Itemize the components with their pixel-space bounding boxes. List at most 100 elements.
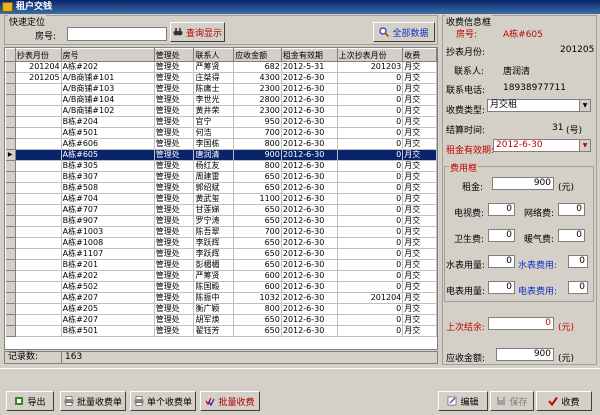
chevron-down-icon[interactable]: ▼ <box>579 140 590 151</box>
table-cell[interactable] <box>15 116 62 128</box>
table-cell[interactable]: A栋#207 <box>61 292 155 304</box>
table-cell[interactable]: A/B商铺#104 <box>61 94 155 106</box>
table-cell[interactable]: B栋#201 <box>61 259 155 271</box>
table-row[interactable]: ▶ A栋#605 管理处 唐润清 900 2012-6-30 0 月交 <box>5 149 437 161</box>
table-row[interactable]: A栋#1003 管理处 陈吾翠 700 2012-6-30 0 月交 <box>5 226 437 238</box>
table-cell[interactable] <box>15 149 62 161</box>
column-header[interactable]: 应收金额 <box>233 48 282 62</box>
table-cell[interactable]: 2012-6-30 <box>281 138 338 150</box>
row-indicator[interactable] <box>5 94 16 106</box>
table-cell[interactable]: 800 <box>233 303 282 315</box>
table-cell[interactable]: 月交 <box>402 182 437 194</box>
sanitary-fee-input[interactable]: 0 <box>488 229 515 242</box>
elec-usage-input[interactable]: 0 <box>488 281 515 294</box>
row-indicator[interactable] <box>5 325 16 337</box>
row-indicator[interactable]: ▶ <box>5 149 16 161</box>
table-cell[interactable]: 2012-6-30 <box>281 116 338 128</box>
table-cell[interactable]: 0 <box>337 303 404 315</box>
water-fee-input[interactable]: 0 <box>568 255 588 268</box>
table-cell[interactable] <box>15 193 62 205</box>
table-cell[interactable]: 650 <box>233 171 282 183</box>
row-indicator[interactable] <box>5 116 16 128</box>
table-cell[interactable]: 庄桀得 <box>193 72 235 84</box>
table-cell[interactable]: 600 <box>233 270 282 282</box>
table-cell[interactable]: 0 <box>337 314 404 326</box>
table-cell[interactable]: 0 <box>337 325 404 337</box>
table-row[interactable]: A/B商铺#104 管理处 李世光 2800 2012-6-30 0 月交 <box>5 94 437 106</box>
table-cell[interactable]: 胡军焕 <box>193 314 235 326</box>
table-cell[interactable]: 2012-6-30 <box>281 215 338 227</box>
table-cell[interactable]: 2012-6-30 <box>281 72 338 84</box>
table-cell[interactable]: 2012-5-31 <box>281 61 338 73</box>
table-cell[interactable]: A栋#501 <box>61 127 155 139</box>
table-cell[interactable] <box>15 204 62 216</box>
table-cell[interactable] <box>15 281 62 293</box>
table-cell[interactable] <box>15 270 62 282</box>
table-cell[interactable]: 管理处 <box>154 171 195 183</box>
table-cell[interactable]: 郭绍斌 <box>193 182 235 194</box>
table-cell[interactable]: 0 <box>337 226 404 238</box>
table-cell[interactable]: 陈国殿 <box>193 281 235 293</box>
table-row[interactable]: A栋#502 管理处 陈国殿 600 2012-6-30 0 月交 <box>5 281 437 293</box>
table-cell[interactable]: 月交 <box>402 160 437 172</box>
table-cell[interactable]: 月交 <box>402 226 437 238</box>
table-cell[interactable]: 2012-6-30 <box>281 182 338 194</box>
table-cell[interactable]: 管理处 <box>154 116 195 128</box>
table-row[interactable]: A/B商铺#102 管理处 黄井荣 2300 2012-6-30 0 月交 <box>5 105 437 117</box>
row-indicator[interactable] <box>5 105 16 117</box>
table-row[interactable]: B栋#201 管理处 彭楣楣 650 2012-6-30 0 月交 <box>5 259 437 271</box>
table-cell[interactable]: 彭楣楣 <box>193 259 235 271</box>
table-cell[interactable]: 管理处 <box>154 83 195 95</box>
table-cell[interactable]: 0 <box>337 182 404 194</box>
table-cell[interactable]: A/B商铺#101 <box>61 72 155 84</box>
table-cell[interactable]: 2012-6-30 <box>281 303 338 315</box>
table-row[interactable]: B栋#305 管理处 杨红友 800 2012-6-30 0 月交 <box>5 160 437 172</box>
column-header[interactable]: 租金有效期 <box>280 48 338 62</box>
table-cell[interactable]: 月交 <box>402 292 437 304</box>
chevron-down-icon[interactable]: ▼ <box>579 100 590 111</box>
table-row[interactable]: A栋#1008 管理处 李跃辉 650 2012-6-30 0 月交 <box>5 237 437 249</box>
table-row[interactable]: A栋#704 管理处 黄武玺 1100 2012-6-30 0 月交 <box>5 193 437 205</box>
table-row[interactable]: A栋#207 管理处 陈振中 1032 2012-6-30 201204 月交 <box>5 292 437 304</box>
column-header[interactable]: 房号 <box>60 48 155 62</box>
table-cell[interactable] <box>15 248 62 260</box>
table-cell[interactable] <box>15 226 62 238</box>
table-cell[interactable]: 2300 <box>233 83 282 95</box>
charge-button[interactable]: 收费 <box>536 391 592 411</box>
row-indicator[interactable] <box>5 193 16 205</box>
table-row[interactable]: B栋#907 管理处 罗宁涛 650 2012-6-30 0 月交 <box>5 215 437 227</box>
table-cell[interactable]: 管理处 <box>154 281 195 293</box>
row-indicator[interactable] <box>5 138 16 150</box>
table-cell[interactable]: 650 <box>233 215 282 227</box>
table-cell[interactable]: 2012-6-30 <box>281 171 338 183</box>
single-bill-button[interactable]: 单个收费单 <box>130 391 196 411</box>
table-cell[interactable]: A/B商铺#103 <box>61 83 155 95</box>
table-cell[interactable]: A栋#704 <box>61 193 155 205</box>
table-row[interactable]: 201204 A栋#202 管理处 严筹贤 682 2012-5-31 201203 月交 <box>5 61 437 73</box>
table-cell[interactable]: 月交 <box>402 314 437 326</box>
table-cell[interactable]: 650 <box>233 314 282 326</box>
table-cell[interactable]: 0 <box>337 72 404 84</box>
room-search-input[interactable] <box>67 27 167 41</box>
table-cell[interactable]: 650 <box>233 182 282 194</box>
table-cell[interactable]: 月交 <box>402 204 437 216</box>
table-row[interactable]: 201205 A/B商铺#101 管理处 庄桀得 4300 2012-6-30 0 月交 <box>5 72 437 84</box>
table-cell[interactable]: 月交 <box>402 127 437 139</box>
table-cell[interactable]: 管理处 <box>154 127 195 139</box>
table-row[interactable]: B栋#508 管理处 郭绍斌 650 2012-6-30 0 月交 <box>5 182 437 194</box>
table-row[interactable]: A栋#207 管理处 胡军焕 650 2012-6-30 0 月交 <box>5 314 437 326</box>
column-header[interactable]: 收费 <box>402 48 437 62</box>
table-cell[interactable]: 2012-6-30 <box>281 314 338 326</box>
table-cell[interactable] <box>15 160 62 172</box>
table-cell[interactable]: 管理处 <box>154 248 195 260</box>
table-cell[interactable]: 管理处 <box>154 193 195 205</box>
table-cell[interactable]: 管理处 <box>154 160 195 172</box>
table-cell[interactable]: 月交 <box>402 281 437 293</box>
table-cell[interactable]: 2012-6-30 <box>281 325 338 337</box>
row-indicator[interactable] <box>5 160 16 172</box>
table-cell[interactable]: 月交 <box>402 215 437 227</box>
table-cell[interactable] <box>15 303 62 315</box>
table-cell[interactable]: 0 <box>337 259 404 271</box>
rent-expiry-select[interactable]: 2012-6-30 ▼ <box>493 139 591 152</box>
table-cell[interactable]: 0 <box>337 237 404 249</box>
